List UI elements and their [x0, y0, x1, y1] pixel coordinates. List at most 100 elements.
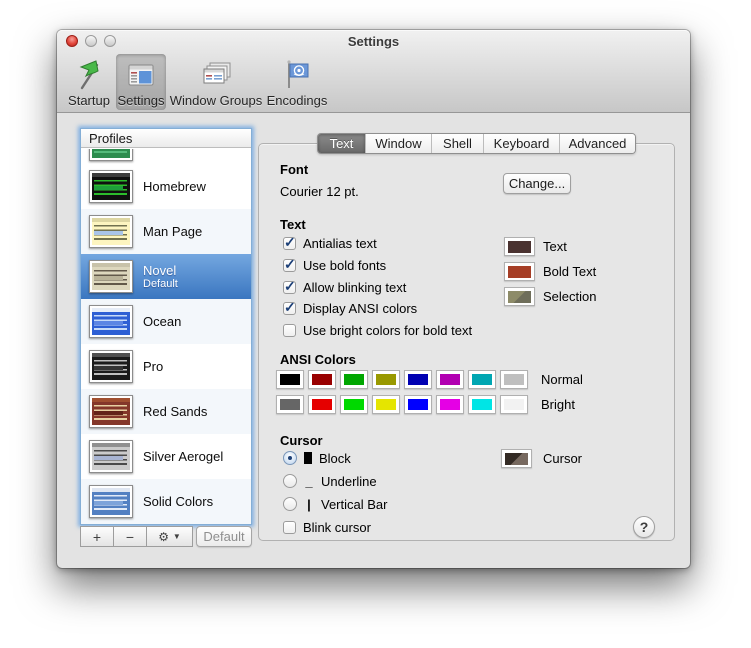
profile-labels: Pro	[143, 359, 163, 374]
checkbox[interactable]	[283, 323, 296, 337]
tab-text[interactable]: Text	[318, 134, 365, 153]
list-item-man-page[interactable]: Man Page	[81, 209, 251, 254]
list-item-pro[interactable]: Pro	[81, 344, 251, 389]
tab-shell[interactable]: Shell	[431, 134, 483, 153]
change-font-button[interactable]: Change...	[503, 173, 571, 194]
radio-row-block[interactable]: Block	[283, 450, 351, 466]
ansi-color-well-bright-7[interactable]	[500, 395, 528, 414]
profile-thumbnail-titlebar	[92, 263, 130, 267]
profile-thumbnail-screen	[92, 173, 130, 200]
toolbar-item-settings[interactable]: Settings	[116, 54, 166, 110]
checkbox[interactable]: ✓	[283, 299, 296, 315]
profile-name: Silver Aerogel	[143, 449, 224, 464]
color-well-selection[interactable]	[504, 287, 535, 306]
checkbox[interactable]: ✓	[283, 234, 296, 250]
ansi-color-row-normal: Normal	[276, 370, 583, 389]
profile-labels: Homebrew	[143, 179, 206, 194]
profile-name: Novel	[143, 262, 177, 278]
toolbar-item-label: Startup	[68, 93, 110, 108]
font-heading: Font	[280, 162, 309, 177]
minimize-button[interactable]	[85, 35, 97, 47]
color-well-cursor[interactable]	[501, 449, 532, 468]
radio-button[interactable]	[283, 451, 297, 465]
profile-thumbnail-band	[94, 411, 123, 415]
profile-name: Man Page	[143, 224, 203, 239]
ansi-color-well-bright-5[interactable]	[436, 395, 464, 414]
profile-thumbnail-screen	[92, 353, 130, 380]
radio-row-vertical-bar[interactable]: | Vertical Bar	[283, 496, 387, 512]
close-button[interactable]	[66, 35, 78, 47]
ansi-color-well-normal-5[interactable]	[436, 370, 464, 389]
profile-labels: Ocean	[143, 314, 181, 329]
checkbox-row-display-ansi-colors[interactable]: ✓ Display ANSI colors	[283, 299, 417, 316]
toolbar-item-label: Window Groups	[169, 93, 263, 108]
set-default-button[interactable]: Default	[196, 526, 252, 547]
settings-window-icon	[124, 57, 158, 93]
list-item-novel[interactable]: Novel Default	[81, 254, 251, 299]
checkbox-row-antialias-text[interactable]: ✓ Antialias text	[283, 234, 377, 251]
profile-thumbnail	[89, 215, 133, 248]
list-item-ocean[interactable]: Ocean	[81, 299, 251, 344]
color-swatch	[344, 399, 364, 410]
profiles-sidebar: Profiles Homebrew Man Page Novel Default Oce…	[80, 128, 252, 525]
ansi-color-well-normal-0[interactable]	[276, 370, 304, 389]
profile-name: Red Sands	[143, 404, 208, 419]
profile-thumbnail-titlebar	[92, 398, 130, 402]
help-button[interactable]: ?	[633, 516, 655, 538]
radio-row-underline[interactable]: _ Underline	[283, 473, 377, 489]
ansi-color-well-bright-6[interactable]	[468, 395, 496, 414]
blink-cursor-checkbox-row[interactable]: Blink cursor	[283, 519, 371, 535]
ansi-color-well-normal-2[interactable]	[340, 370, 368, 389]
list-item-homebrew[interactable]: Homebrew	[81, 164, 251, 209]
window-groups-icon	[199, 57, 233, 93]
color-swatch	[472, 399, 492, 410]
profile-actions-menu-button[interactable]: ⚙ ▼	[147, 526, 193, 547]
checkbox[interactable]: ✓	[283, 256, 296, 272]
blink-cursor-checkbox[interactable]	[283, 520, 296, 534]
toolbar-item-startup[interactable]: Startup	[64, 54, 114, 110]
checkbox-row-use-bright-colors-for-bold-text[interactable]: Use bright colors for bold text	[283, 322, 472, 338]
ansi-color-well-bright-1[interactable]	[308, 395, 336, 414]
ansi-color-well-bright-4[interactable]	[404, 395, 432, 414]
tab-advanced[interactable]: Advanced	[559, 134, 635, 153]
checkbox[interactable]: ✓	[283, 278, 296, 294]
remove-profile-button[interactable]: −	[114, 526, 147, 547]
ansi-color-well-bright-2[interactable]	[340, 395, 368, 414]
toolbar-item-window-groups[interactable]: Window Groups	[168, 54, 264, 110]
color-well-bold-text[interactable]	[504, 262, 535, 281]
zoom-button[interactable]	[104, 35, 116, 47]
profile-thumbnail-screen	[92, 263, 130, 290]
profile-thumbnail	[89, 260, 133, 293]
list-item-red-sands[interactable]: Red Sands	[81, 389, 251, 434]
checkbox-row-use-bold-fonts[interactable]: ✓ Use bold fonts	[283, 256, 386, 273]
ansi-color-well-bright-0[interactable]	[276, 395, 304, 414]
radio-button[interactable]	[283, 497, 297, 511]
font-value: Courier 12 pt.	[280, 184, 359, 199]
list-item-partial[interactable]	[81, 149, 251, 164]
radio-button[interactable]	[283, 474, 297, 488]
cursor-style-underline-icon: _	[305, 473, 313, 489]
profile-thumbnail-screen	[92, 443, 130, 470]
ansi-color-well-normal-3[interactable]	[372, 370, 400, 389]
checkbox-label: Allow blinking text	[303, 279, 407, 295]
color-well-label: Text	[543, 239, 567, 254]
checkbox-row-allow-blinking-text[interactable]: ✓ Allow blinking text	[283, 278, 407, 295]
radio-label: Vertical Bar	[321, 496, 388, 512]
list-item-silver-aerogel[interactable]: Silver Aerogel	[81, 434, 251, 479]
color-well-text[interactable]	[504, 237, 535, 256]
profile-labels: Man Page	[143, 224, 202, 239]
profile-thumbnail-screen	[92, 218, 130, 245]
ansi-color-well-normal-4[interactable]	[404, 370, 432, 389]
ansi-color-well-bright-3[interactable]	[372, 395, 400, 414]
ansi-color-well-normal-1[interactable]	[308, 370, 336, 389]
color-well-label: Bold Text	[543, 264, 597, 279]
add-profile-button[interactable]: +	[80, 526, 114, 547]
profile-thumbnail-screen	[92, 488, 130, 515]
ansi-color-well-normal-6[interactable]	[468, 370, 496, 389]
toolbar-item-encodings[interactable]: Encodings	[266, 54, 328, 110]
tab-window[interactable]: Window	[365, 134, 431, 153]
list-item-solid-colors[interactable]: Solid Colors	[81, 479, 251, 524]
tab-keyboard[interactable]: Keyboard	[483, 134, 559, 153]
ansi-color-well-normal-7[interactable]	[500, 370, 528, 389]
cursor-heading: Cursor	[280, 433, 323, 448]
